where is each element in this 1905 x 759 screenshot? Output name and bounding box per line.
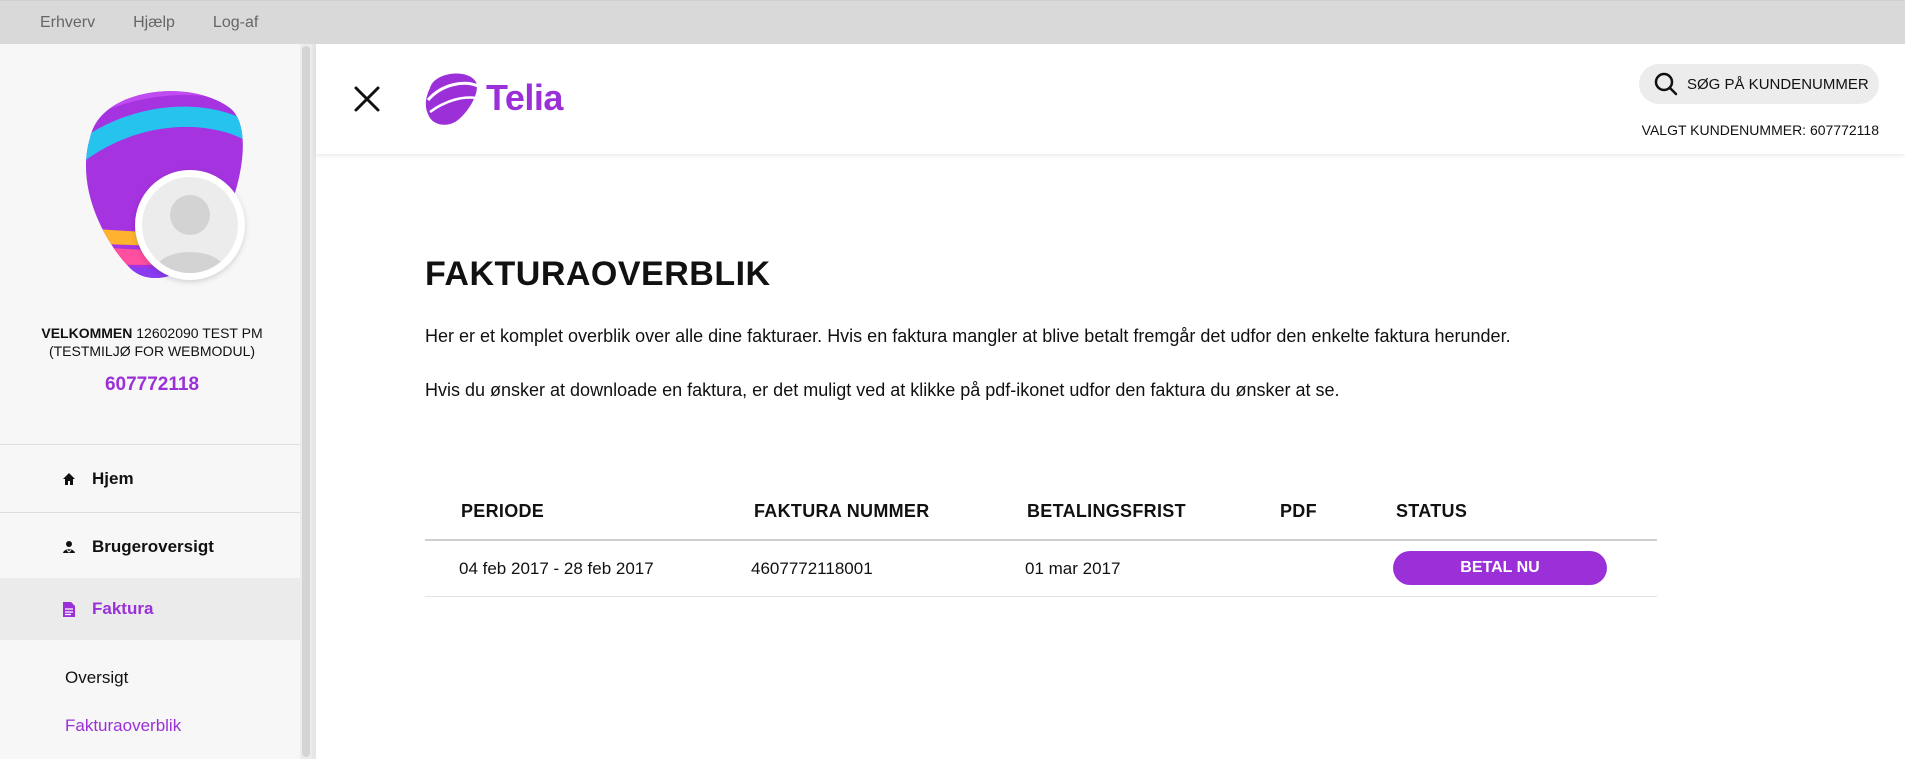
top-utility-bar: Erhverv Hjælp Log-af [0,0,1905,44]
nav-divider [0,444,300,445]
page-header: Telia SØG PÅ KUNDENUMMER VALGT KUNDENUMM… [316,44,1905,154]
link-log-af[interactable]: Log-af [213,14,258,32]
telia-logo[interactable]: Telia [424,68,563,128]
chosen-customer-number: VALGT KUNDENUMMER: 607772118 [1641,122,1879,138]
search-icon [1654,72,1678,96]
page-title: FAKTURAOVERBLIK [425,255,771,293]
link-hjaelp[interactable]: Hjælp [133,14,175,32]
table-row: 04 feb 2017 - 28 feb 2017 4607772118001 … [425,541,1657,597]
column-header-periode: PERIODE [461,501,545,521]
link-erhverv[interactable]: Erhverv [40,14,95,32]
subnav-item-fakturaoverblik[interactable]: Fakturaoverblik [65,716,181,736]
nav-divider [0,512,300,513]
welcome-text: VELKOMMEN 12602090 TEST PM (TESTMILJØ FO… [20,324,284,360]
close-icon[interactable] [352,84,382,114]
invoice-table-header: PERIODE FAKTURA NUMMER BETALINGSFRIST PD… [425,497,1657,541]
sidebar-item-label: Brugeroversigt [92,537,214,556]
download-paragraph: Hvis du ønsker at downloade en faktura, … [425,380,1340,400]
welcome-label: VELKOMMEN [41,325,133,341]
cell-due-date: 01 mar 2017 [1025,559,1121,578]
cell-invoice-number: 4607772118001 [751,559,873,578]
document-icon [60,600,78,618]
search-customer-button[interactable]: SØG PÅ KUNDENUMMER [1639,64,1879,104]
users-icon [60,538,78,556]
customer-number: 607772118 [104,374,200,395]
sidebar-item-label: Hjem [92,469,134,488]
welcome-environment: (TESTMILJØ FOR WEBMODUL) [48,343,256,359]
column-header-pdf: PDF [1280,501,1317,521]
column-header-betalingsfrist: BETALINGSFRIST [1027,501,1186,521]
welcome-user: 12602090 TEST PM [136,325,263,341]
user-silhouette-icon [142,177,238,273]
cell-period: 04 feb 2017 - 28 feb 2017 [459,559,654,578]
avatar[interactable] [135,170,245,280]
column-header-status: STATUS [1396,501,1468,521]
sidebar-item-label: Faktura [92,599,154,618]
scrollbar-thumb[interactable] [302,46,310,757]
home-icon [60,470,78,488]
sidebar-item-hjem[interactable]: Hjem [0,448,300,510]
sidebar-item-faktura[interactable]: Faktura [0,578,300,640]
column-header-faktura-nummer: FAKTURA NUMMER [754,501,930,521]
telia-pebble-icon [425,73,478,125]
intro-paragraph: Her er et komplet overblik over alle din… [425,326,1511,346]
subnav-item-oversigt[interactable]: Oversigt [65,668,128,688]
search-button-label: SØG PÅ KUNDENUMMER [1687,75,1869,93]
brand-name: Telia [486,77,563,118]
sidebar-item-brugeroversigt[interactable]: Brugeroversigt [0,516,300,578]
pay-now-button[interactable]: BETAL NU [1393,551,1607,585]
sidebar-scrollbar[interactable] [300,44,312,759]
